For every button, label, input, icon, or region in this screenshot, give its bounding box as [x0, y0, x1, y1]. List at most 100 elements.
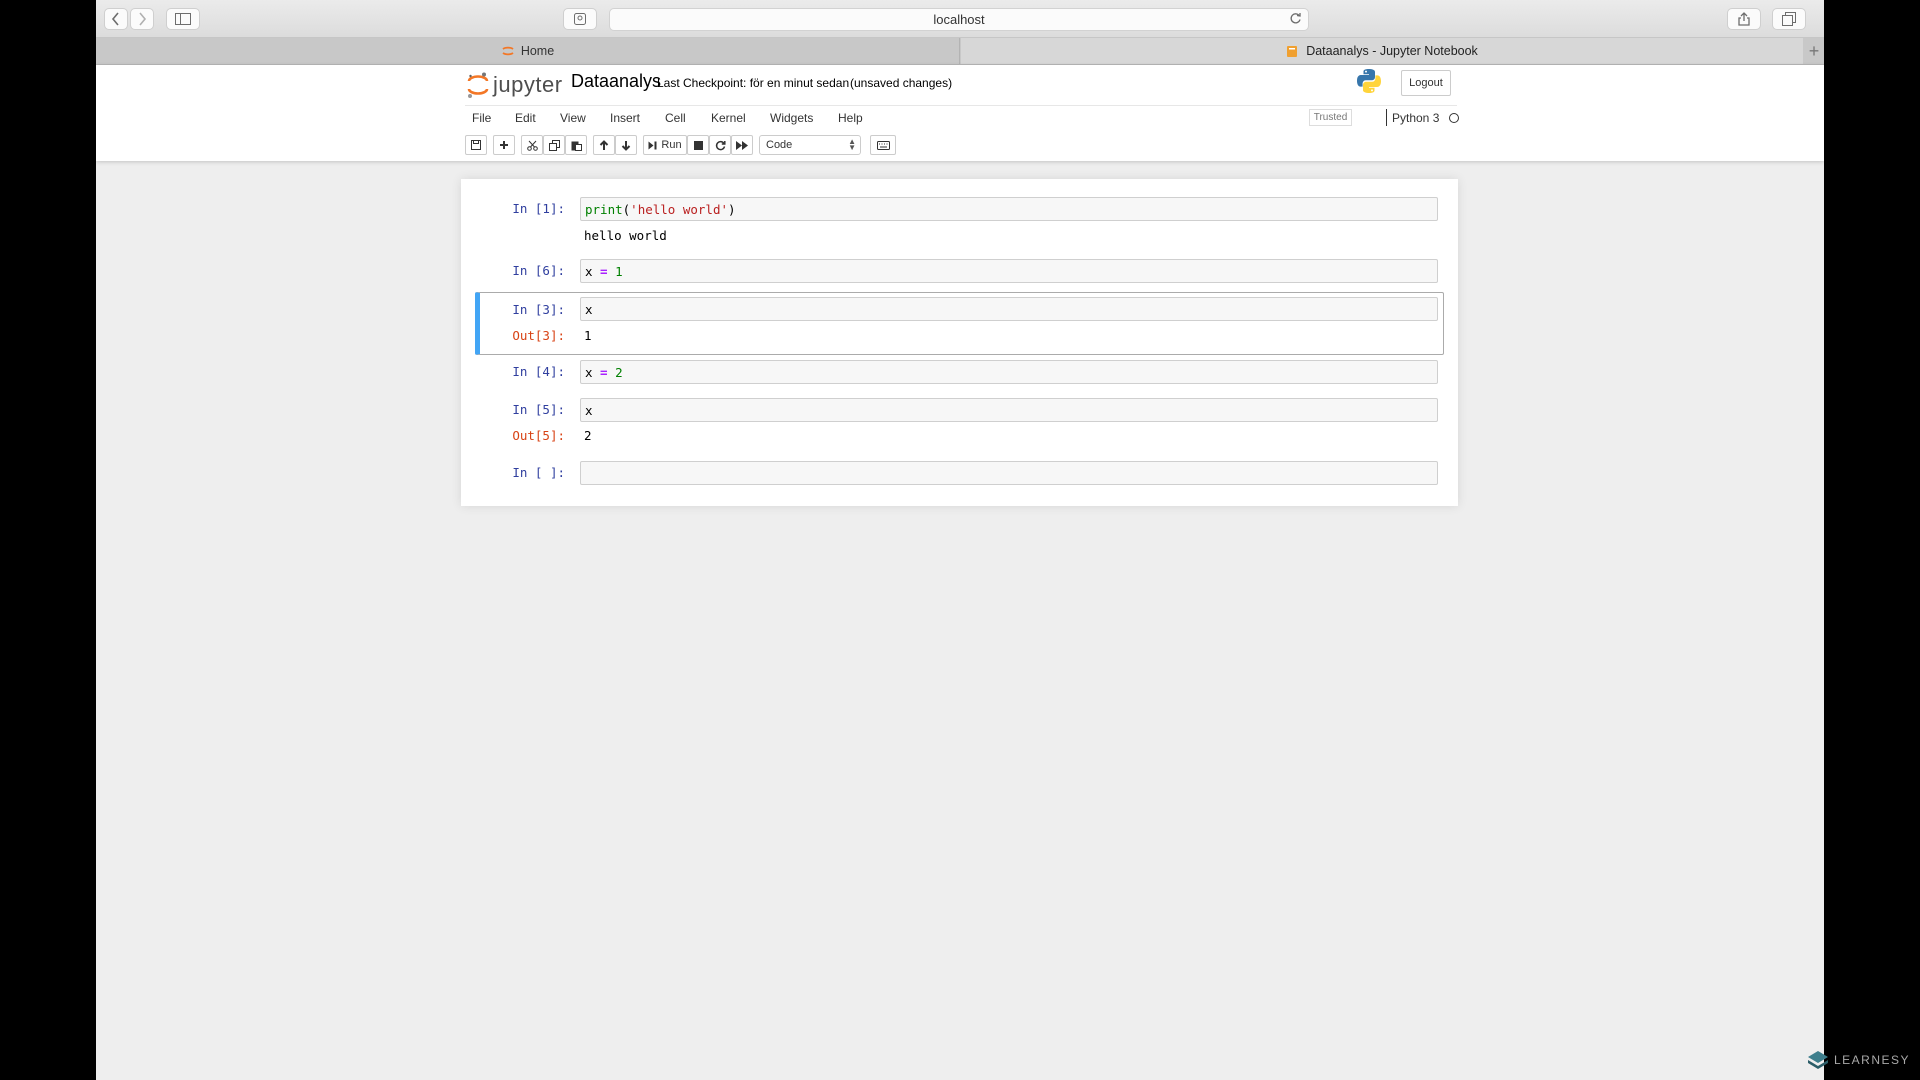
run-label: Run	[661, 139, 682, 151]
plus-icon	[500, 141, 508, 149]
tab-notebook[interactable]: Dataanalys - Jupyter Notebook	[961, 38, 1803, 64]
updown-arrows-icon: ▲ ▼	[848, 137, 856, 152]
learnesy-logo-icon	[1808, 1051, 1828, 1069]
autosave-status: (unsaved changes)	[850, 76, 953, 90]
code-token: x	[585, 402, 593, 418]
privacy-report-button[interactable]	[563, 8, 597, 30]
stop-icon	[693, 140, 703, 150]
paste-button[interactable]	[565, 135, 587, 155]
run-button[interactable]: Run	[643, 135, 687, 155]
menu-insert[interactable]: Insert	[610, 111, 640, 125]
code-token: x	[585, 364, 593, 380]
arrow-up-icon	[599, 139, 609, 150]
tab-overview-button[interactable]	[1772, 8, 1806, 30]
code-cell[interactable]: In [ ]:	[475, 458, 1444, 490]
menu-edit[interactable]: Edit	[515, 111, 536, 125]
chevron-left-icon	[111, 12, 119, 26]
code-input[interactable]: x	[580, 398, 1438, 422]
address-text: localhost	[933, 12, 985, 27]
code-cell[interactable]: In [5]: x Out[5]: 2	[475, 395, 1444, 453]
cell-type-select[interactable]: Code ▲ ▼	[759, 135, 861, 155]
paste-icon	[571, 141, 582, 151]
refresh-icon	[715, 140, 726, 150]
forward-button[interactable]	[130, 8, 154, 30]
back-button[interactable]	[104, 8, 128, 30]
trusted-indicator[interactable]: Trusted	[1309, 109, 1352, 126]
tab-home[interactable]: Home	[96, 38, 960, 64]
code-cell[interactable]: In [4]: x = 2	[475, 357, 1444, 389]
output-prompt: Out[5]:	[512, 428, 565, 443]
checkpoint-status: Last Checkpoint: för en minut sedan	[657, 76, 850, 90]
kernel-indicator: Python 3	[1386, 109, 1460, 126]
input-prompt: In [5]:	[512, 402, 565, 417]
sidebar-button[interactable]	[166, 8, 200, 30]
menu-help[interactable]: Help	[838, 111, 863, 125]
code-input[interactable]: x	[580, 297, 1438, 321]
scissors-icon	[526, 140, 538, 151]
cut-button[interactable]	[521, 135, 543, 155]
menu-view[interactable]: View	[560, 111, 586, 125]
code-token: x	[585, 263, 593, 279]
address-bar[interactable]: localhost	[609, 8, 1309, 31]
jupyter-logo-icon	[467, 72, 489, 98]
code-cell-selected[interactable]: In [3]: x Out[3]: 1	[475, 292, 1444, 355]
stream-output: hello world	[584, 228, 667, 243]
code-token: x	[585, 301, 593, 317]
kernel-name: Python 3	[1392, 110, 1440, 125]
jupyter-header: jupyter Dataanalys Last Checkpoint: för …	[96, 65, 1824, 161]
jupyter-logo-text: jupyter	[493, 72, 563, 97]
new-tab-button[interactable]: +	[1804, 38, 1824, 64]
tab-bar: Home Dataanalys - Jupyter Notebook +	[96, 38, 1824, 65]
execute-result: 2	[584, 428, 592, 443]
step-forward-icon	[648, 141, 657, 149]
menu-cell[interactable]: Cell	[665, 111, 686, 125]
tab-home-label: Home	[520, 44, 555, 58]
insert-cell-button[interactable]	[493, 135, 515, 155]
logout-button[interactable]: Logout	[1401, 70, 1451, 96]
move-down-button[interactable]	[615, 135, 637, 155]
code-cell[interactable]: In [1]: print('hello world') hello world	[475, 194, 1444, 252]
move-up-button[interactable]	[593, 135, 615, 155]
code-token: 1	[615, 263, 623, 279]
copy-icon	[548, 139, 560, 151]
code-cell[interactable]: In [6]: x = 1	[475, 256, 1444, 288]
notebook-name[interactable]: Dataanalys	[571, 71, 661, 92]
keyboard-icon	[876, 140, 890, 150]
menu-kernel[interactable]: Kernel	[711, 111, 746, 125]
jupyter-logo[interactable]: jupyter	[467, 71, 563, 99]
interrupt-button[interactable]	[687, 135, 709, 155]
command-palette-button[interactable]	[870, 135, 896, 155]
code-token: =	[592, 263, 616, 279]
jupyter-favicon-icon	[502, 46, 514, 56]
save-button[interactable]	[465, 135, 487, 155]
input-prompt: In [3]:	[512, 302, 565, 317]
code-token: 'hello world'	[630, 201, 729, 217]
cell-type-value: Code	[766, 139, 793, 151]
code-input[interactable]: x = 1	[580, 259, 1438, 283]
code-input[interactable]: print('hello world')	[580, 197, 1438, 221]
book-favicon-icon	[1287, 45, 1298, 57]
code-input[interactable]	[580, 461, 1438, 485]
menu-file[interactable]: File	[472, 111, 491, 125]
restart-button[interactable]	[709, 135, 731, 155]
ghost-icon	[574, 13, 586, 25]
kernel-idle-icon	[1449, 112, 1460, 123]
copy-button[interactable]	[543, 135, 565, 155]
execute-result: 1	[584, 328, 592, 343]
plus-icon: +	[1808, 40, 1820, 61]
code-token: =	[592, 364, 616, 380]
restart-run-all-button[interactable]	[731, 135, 753, 155]
output-prompt: Out[3]:	[512, 328, 565, 343]
code-input[interactable]: x = 2	[580, 360, 1438, 384]
share-icon	[1738, 12, 1750, 26]
reload-icon[interactable]	[1289, 12, 1302, 28]
fast-forward-icon	[736, 140, 748, 150]
input-prompt: In [6]:	[512, 263, 565, 278]
tab-notebook-label: Dataanalys - Jupyter Notebook	[1306, 44, 1478, 58]
code-token: 2	[615, 364, 623, 380]
input-prompt: In [1]:	[512, 201, 565, 216]
input-prompt: In [ ]:	[512, 465, 565, 480]
menu-widgets[interactable]: Widgets	[770, 111, 813, 125]
input-prompt: In [4]:	[512, 364, 565, 379]
share-button[interactable]	[1727, 8, 1761, 30]
